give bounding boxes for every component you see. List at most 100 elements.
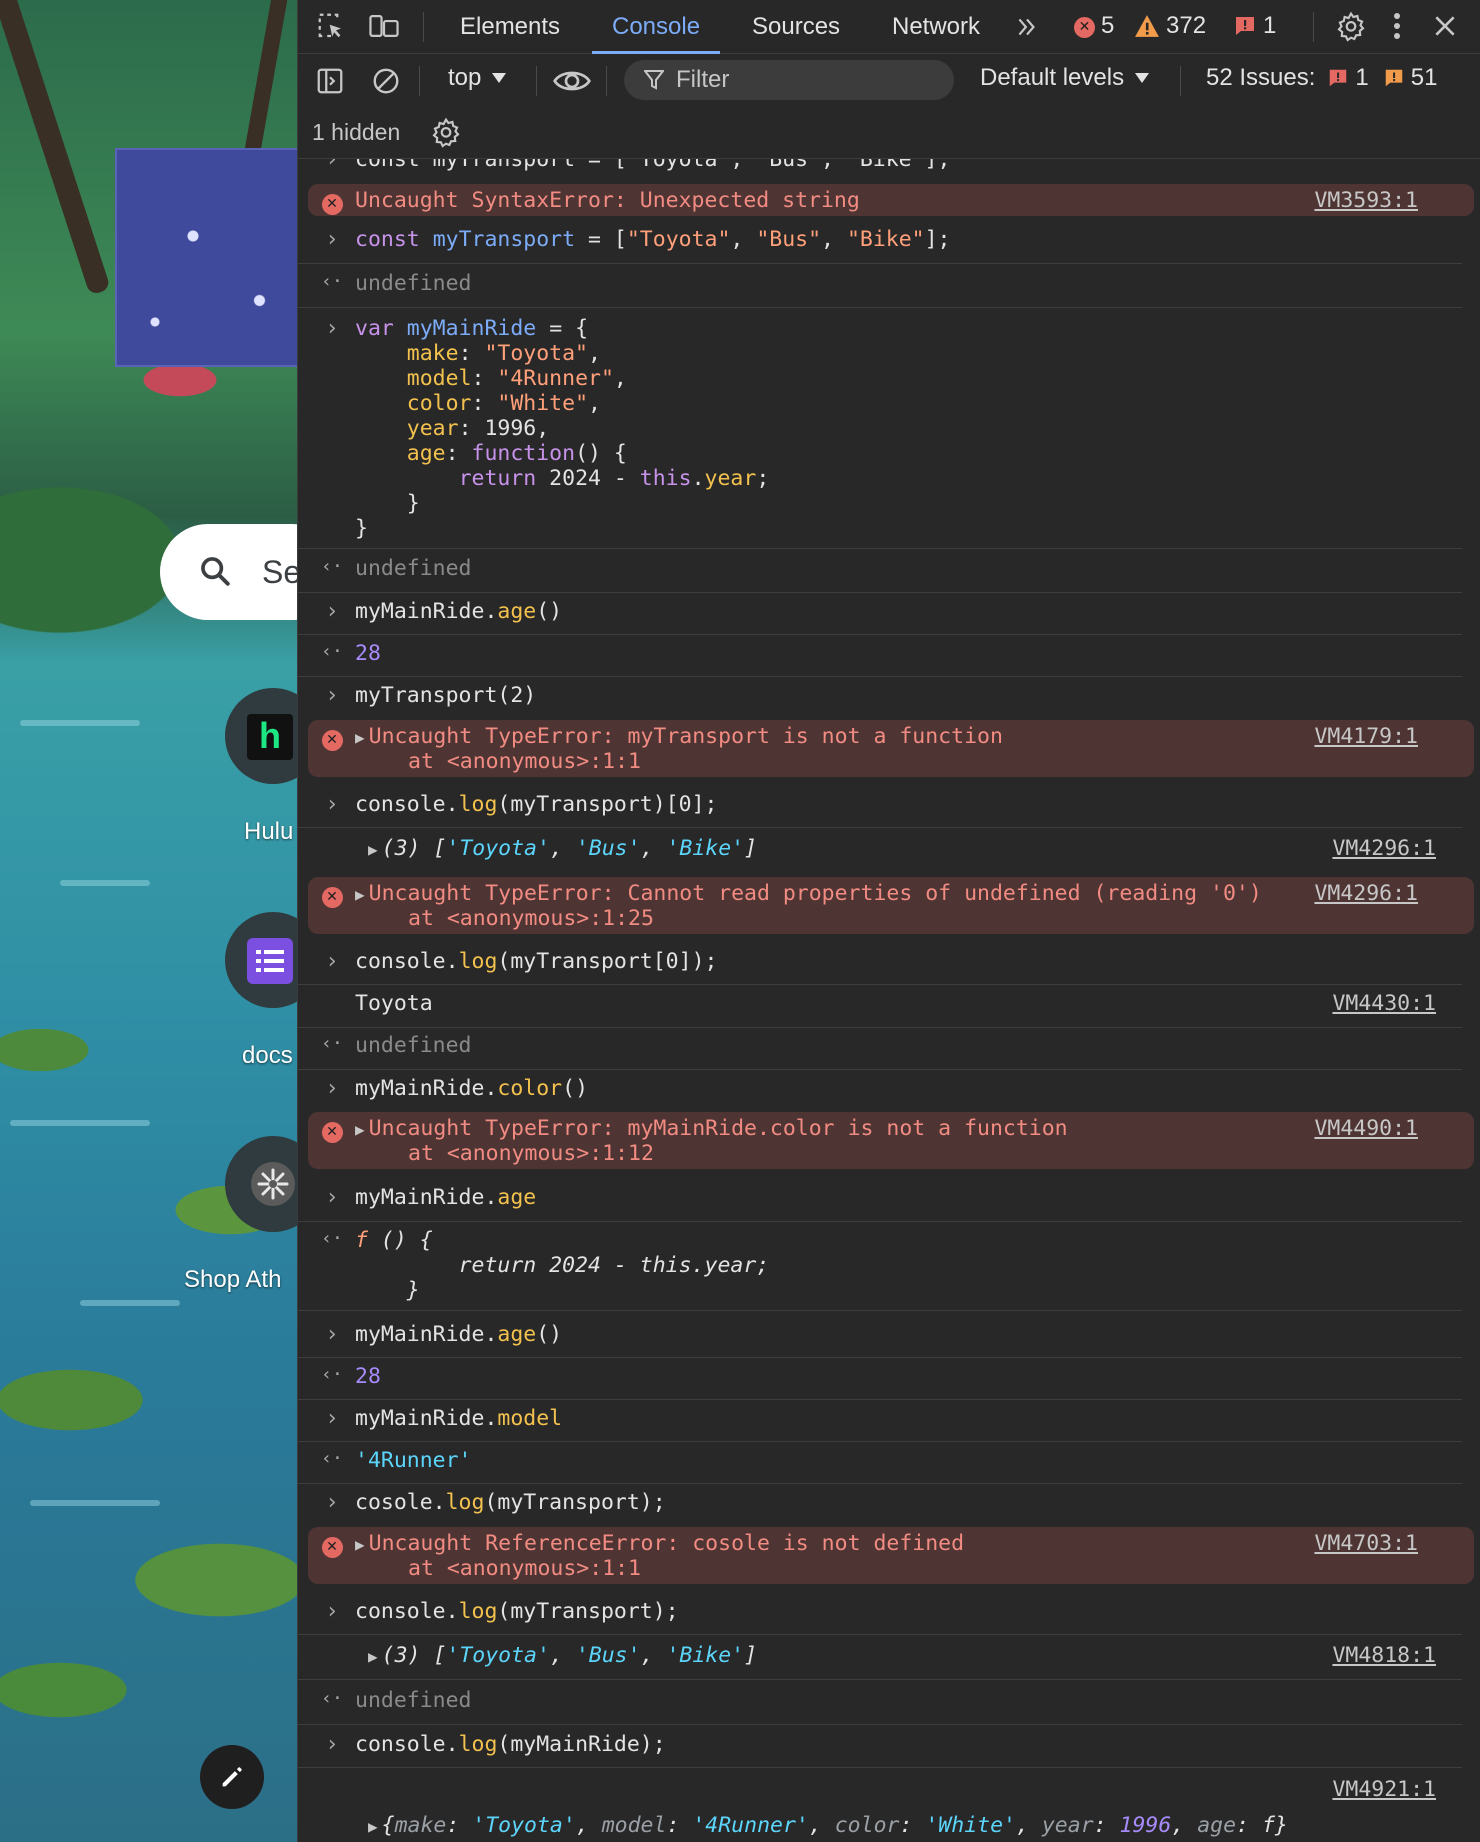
shortcut-docs[interactable]	[225, 912, 297, 1008]
warning-counter[interactable]: 372	[1134, 12, 1206, 40]
source-link[interactable]: VM4921:1	[1332, 1777, 1436, 1802]
issue-counter[interactable]: 1	[1233, 12, 1276, 40]
console-result: ‹· 28	[298, 1364, 1462, 1400]
context-selector[interactable]: top	[448, 64, 507, 92]
source-link[interactable]: VM4490:1	[1314, 1116, 1418, 1141]
input-chevron-icon: ›	[325, 599, 339, 624]
console-result: ‹· undefined	[298, 271, 1462, 308]
console-error[interactable]: ✕ ▶ Uncaught TypeError: Cannot read prope…	[308, 877, 1474, 934]
device-toolbar-icon[interactable]	[368, 11, 400, 41]
console-input-line: › myTransport(2)	[298, 683, 1462, 713]
source-link[interactable]: VM4296:1	[1314, 881, 1418, 906]
clear-console-icon[interactable]	[371, 66, 401, 96]
levels-label: Default levels	[980, 64, 1125, 91]
log-levels-dropdown[interactable]: Default levels	[980, 64, 1150, 92]
expand-triangle-icon[interactable]: ▶	[355, 725, 365, 750]
error-counter[interactable]: ✕ 5	[1074, 12, 1114, 40]
input-chevron-icon: ›	[325, 1490, 339, 1515]
console-input-line: › myMainRide.model	[298, 1406, 1462, 1442]
dropdown-arrow-icon	[1135, 73, 1150, 83]
google-search-box[interactable]: Se	[160, 524, 297, 620]
dropdown-arrow-icon	[492, 73, 507, 83]
expand-triangle-icon[interactable]: ▶	[355, 1117, 365, 1142]
source-link[interactable]: VM3593:1	[1314, 188, 1418, 213]
return-arrow-icon: ‹·	[321, 641, 343, 662]
console-error[interactable]: ✕ ▶ Uncaught TypeError: myTransport is no…	[308, 720, 1474, 777]
toolbar-divider	[419, 66, 420, 96]
expand-triangle-icon[interactable]: ▶	[355, 1532, 365, 1557]
expand-triangle-icon[interactable]: ▶	[355, 882, 365, 907]
console-toolbar: top Filter Default levels 52 Issues: 1 5…	[298, 54, 1480, 108]
settings-gear-icon[interactable]	[1335, 11, 1367, 43]
return-arrow-icon: ‹·	[321, 1688, 343, 1709]
input-chevron-icon: ›	[325, 1322, 339, 1347]
input-chevron-icon: ›	[325, 792, 339, 817]
expand-triangle-icon[interactable]: ▶	[368, 1644, 378, 1669]
input-code: const myTransport = ["Toyota", "Bus", "B…	[355, 227, 951, 252]
console-error[interactable]: ✕ ▶ Uncaught ReferenceError: cosole is no…	[308, 1527, 1474, 1584]
console-result: ‹· undefined	[298, 1688, 1462, 1725]
log-object[interactable]: ▶ {make: 'Toyota', model: '4Runner', colo…	[368, 1813, 1288, 1839]
result-value: 28	[355, 641, 381, 666]
input-code: var myMainRide = { make: "Toyota", model…	[355, 316, 770, 541]
console-log[interactable]: VM4921:1 ▶ {make: 'Toyota', model: '4Runn…	[298, 1777, 1462, 1841]
tab-network[interactable]: Network	[892, 0, 980, 53]
more-tabs-icon[interactable]	[1014, 14, 1040, 40]
more-options-icon[interactable]	[1390, 11, 1404, 41]
close-icon[interactable]	[1432, 13, 1458, 39]
water-ripple	[80, 1300, 180, 1306]
source-link[interactable]: VM4179:1	[1314, 724, 1418, 749]
sidebar-toggle-icon[interactable]	[315, 66, 345, 96]
console-log[interactable]: ▶ (3) ['Toyota', 'Bus', 'Bike'] VM4296:1	[298, 836, 1462, 872]
hulu-icon: h	[247, 714, 293, 760]
console-log[interactable]: ▶ (3) ['Toyota', 'Bus', 'Bike'] VM4818:1	[298, 1643, 1462, 1680]
input-chevron-icon: ›	[325, 1406, 339, 1431]
source-link[interactable]: VM4296:1	[1332, 836, 1436, 861]
console-input-line: › console.log(myTransport[0]);	[298, 949, 1462, 985]
console-input-line: › const myTransport = ["Toyota", "Bus", …	[298, 227, 1462, 264]
console-error[interactable]: ✕ ▶ Uncaught TypeError: myMainRide.color …	[308, 1112, 1474, 1169]
console-settings-gear-icon[interactable]	[430, 117, 462, 149]
google-doodle[interactable]	[115, 148, 297, 367]
source-link[interactable]: VM4430:1	[1332, 991, 1436, 1016]
console-input-line: › myMainRide.age	[298, 1185, 1462, 1222]
inspect-element-icon[interactable]	[316, 11, 346, 41]
expand-triangle-icon[interactable]: ▶	[368, 837, 378, 862]
devtools-panel: Elements Console Sources Network ✕ 5 372…	[297, 0, 1480, 1842]
shortcut-hulu[interactable]: h	[225, 688, 297, 784]
error-message[interactable]: ▶ Uncaught TypeError: Cannot read propert…	[355, 881, 1262, 907]
shortcut-shop[interactable]	[225, 1136, 297, 1232]
error-message[interactable]: ▶ Uncaught TypeError: myTransport is not …	[355, 724, 1003, 750]
source-link[interactable]: VM4818:1	[1332, 1643, 1436, 1668]
shortcut-label: Shop Ath	[184, 1266, 282, 1293]
issues-button[interactable]: 52 Issues: 1 51	[1206, 64, 1437, 92]
input-chevron-icon: ›	[325, 1732, 339, 1757]
source-link[interactable]: VM4703:1	[1314, 1531, 1418, 1556]
input-code: console.log(myMainRide);	[355, 1732, 666, 1757]
input-code: console.log(myTransport)[0];	[355, 792, 718, 817]
error-message[interactable]: ▶ Uncaught ReferenceError: cosole is not …	[355, 1531, 964, 1557]
expand-triangle-icon[interactable]: ▶	[368, 1814, 378, 1839]
water-ripple	[60, 880, 150, 886]
log-text: Toyota	[355, 991, 433, 1016]
tab-elements[interactable]: Elements	[460, 0, 560, 53]
console-output[interactable]: › const myTransport = ["Toyota", "Bus", …	[298, 159, 1480, 1842]
search-placeholder: Se	[262, 554, 297, 590]
issues-label: 52 Issues:	[1206, 64, 1316, 91]
error-stack: at <anonymous>:1:25	[408, 906, 654, 931]
log-array[interactable]: ▶ (3) ['Toyota', 'Bus', 'Bike']	[368, 1643, 757, 1669]
tab-console[interactable]: Console	[591, 0, 721, 54]
warning-icon	[1135, 15, 1159, 37]
console-result: ‹· '4Runner'	[298, 1448, 1462, 1484]
console-error[interactable]: ✕ Uncaught SyntaxError: Unexpected strin…	[308, 184, 1474, 216]
input-code: myMainRide.age	[355, 1185, 537, 1210]
error-message[interactable]: ▶ Uncaught TypeError: myMainRide.color is…	[355, 1116, 1068, 1142]
error-icon: ✕	[1074, 16, 1095, 38]
eye-icon[interactable]	[552, 66, 592, 96]
issue-flag-icon	[1236, 17, 1254, 35]
filter-input[interactable]: Filter	[624, 60, 954, 100]
customize-button[interactable]	[200, 1745, 264, 1809]
input-code: myMainRide.age()	[355, 1322, 563, 1347]
log-array[interactable]: ▶ (3) ['Toyota', 'Bus', 'Bike']	[368, 836, 757, 862]
tab-sources[interactable]: Sources	[752, 0, 840, 53]
